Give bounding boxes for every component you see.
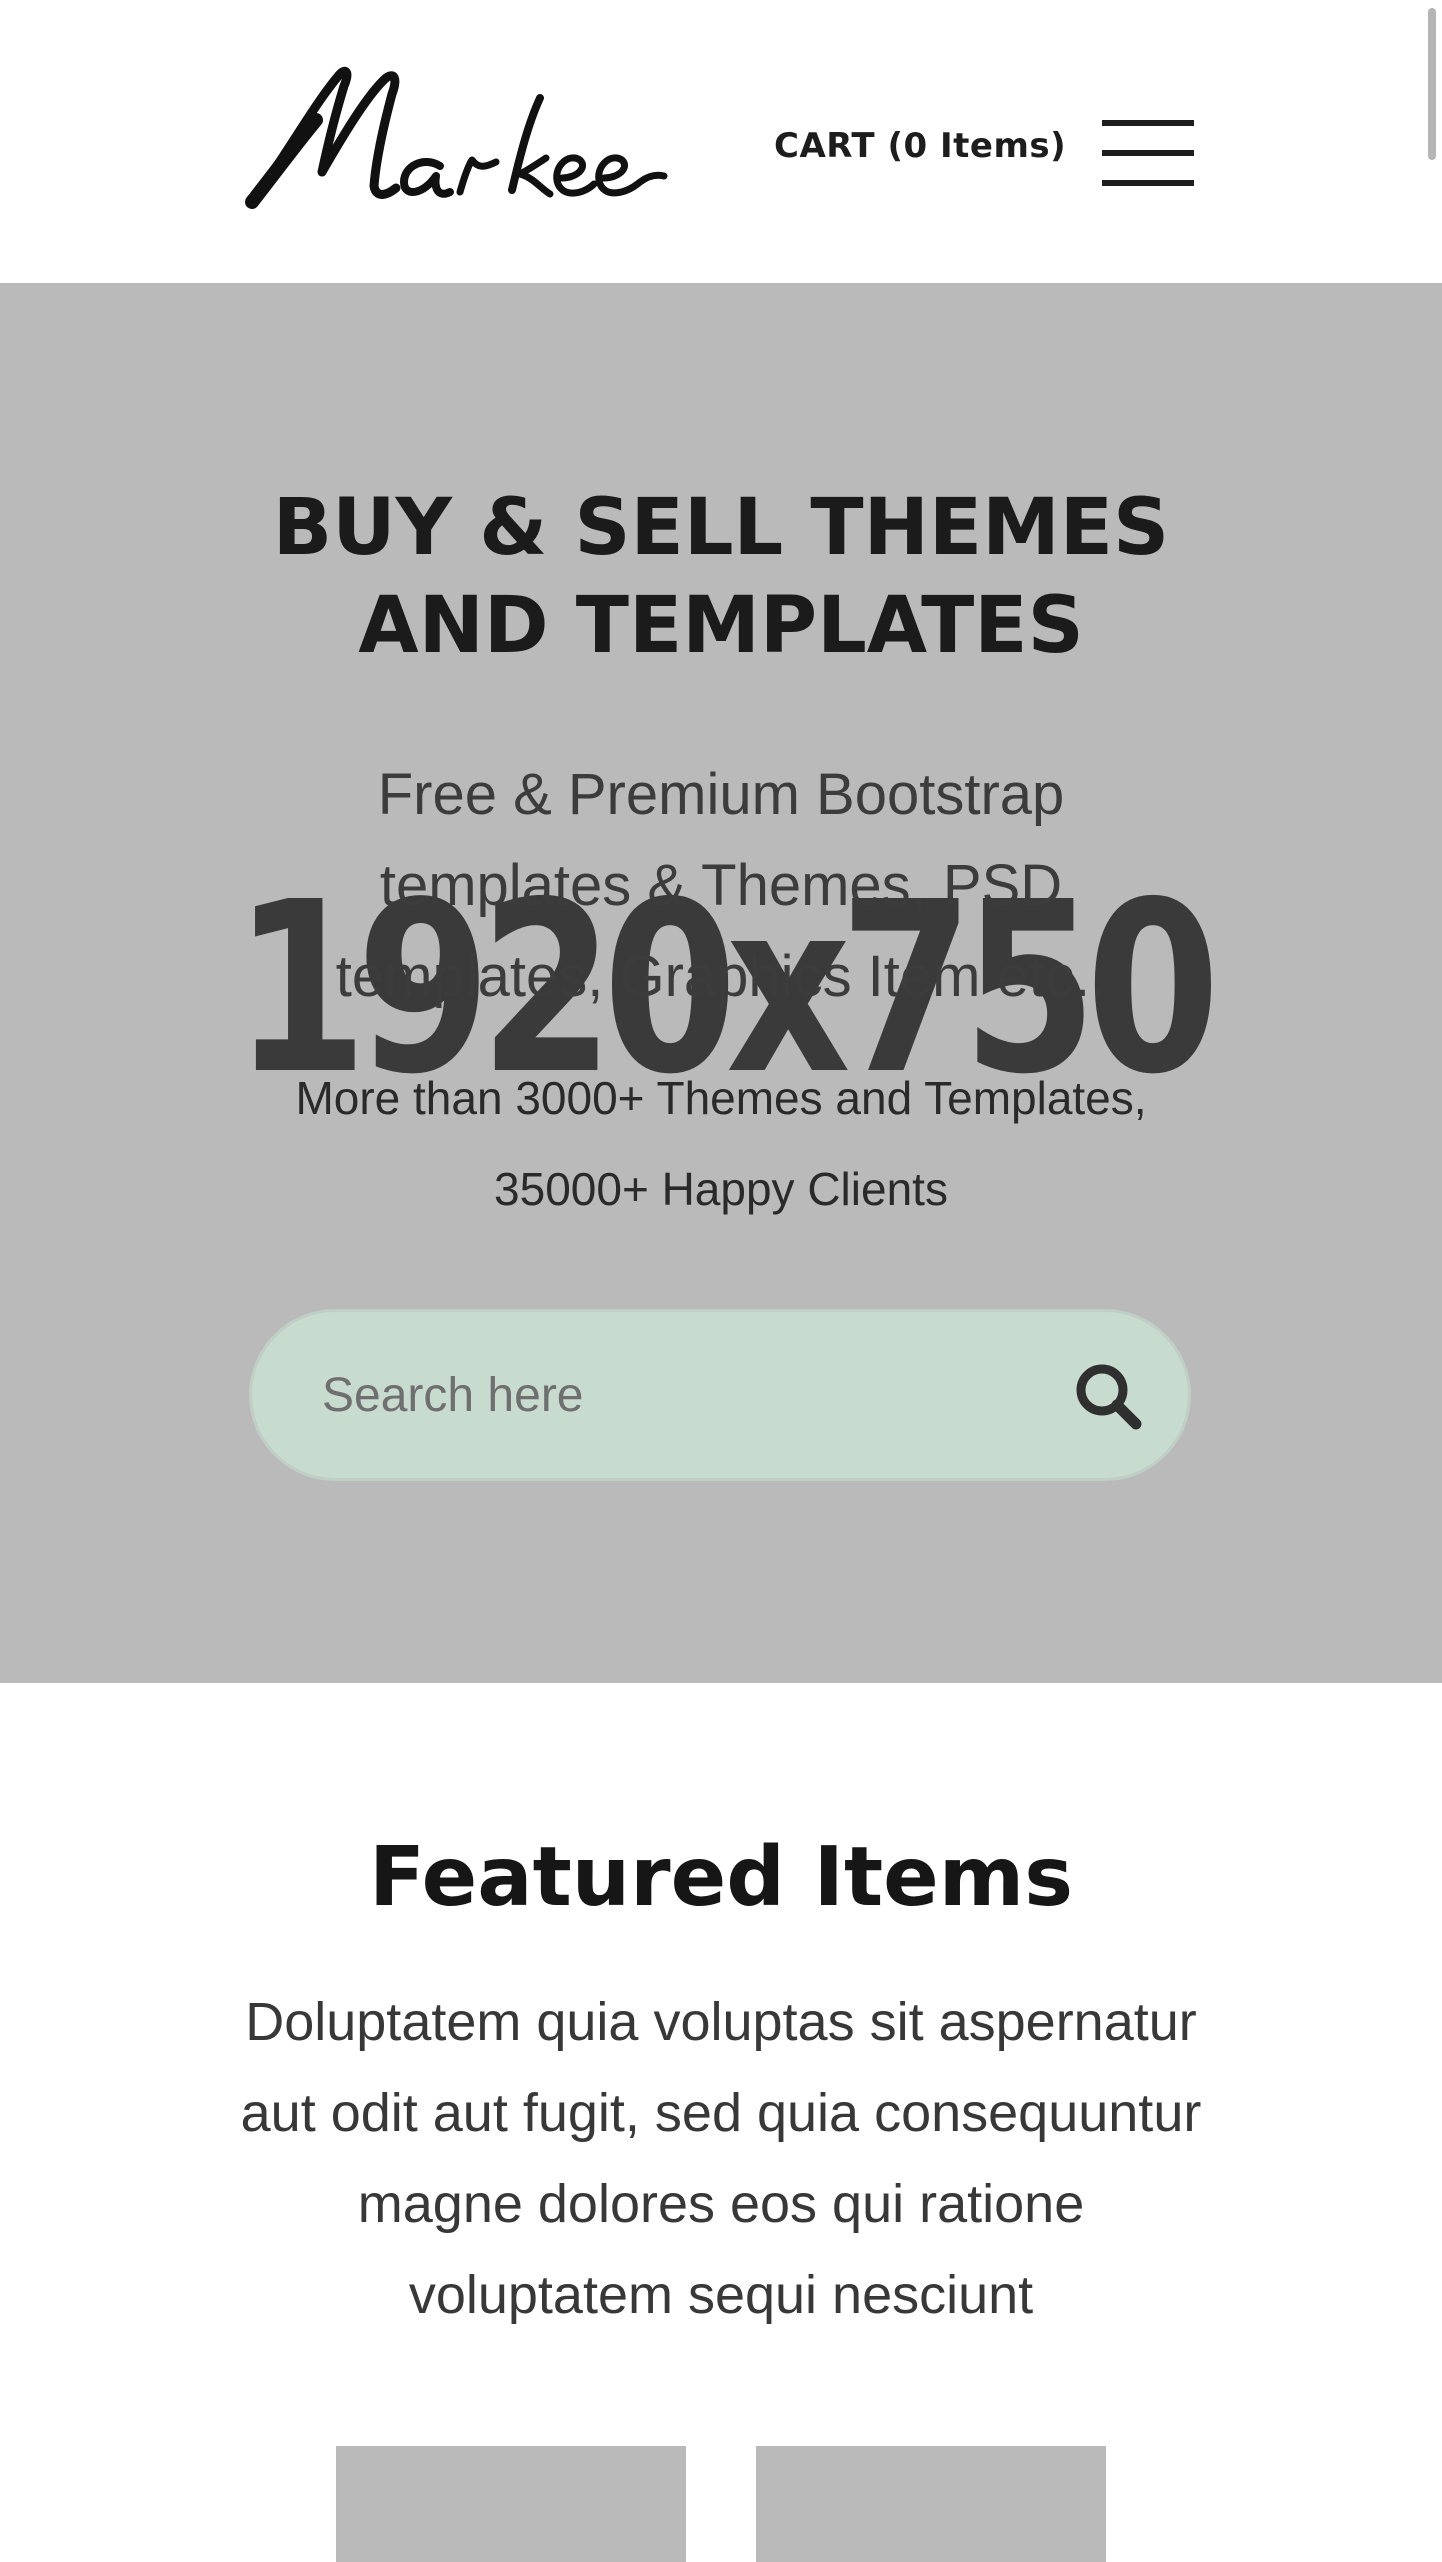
hero-subtitle: Free & Premium Bootstrap templates & The… [335, 762, 1107, 1009]
featured-section-title: Featured Items [368, 1830, 1074, 1925]
search-input[interactable] [322, 1312, 1022, 1478]
featured-item-thumbnail[interactable] [756, 2446, 1106, 2562]
hamburger-line [1102, 180, 1194, 186]
hamburger-line [1102, 120, 1194, 126]
hero-banner: 1920x750 BUY & SELL THEMES AND TEMPLATES… [0, 283, 1442, 1683]
featured-item-thumbnail[interactable] [336, 2446, 686, 2562]
markee-logo-icon [245, 66, 668, 209]
search-form [249, 1309, 1191, 1481]
hero-stats: More than 3000+ Themes and Templates, 35… [295, 1072, 1147, 1215]
featured-section-description: Doluptatem quia voluptas sit aspernatur … [240, 1992, 1202, 2325]
cart-link[interactable]: CART (0 Items) [774, 126, 1066, 166]
page-scrollbar[interactable] [1428, 8, 1436, 160]
site-header: CART (0 Items) [0, 0, 1442, 283]
search-icon[interactable] [1072, 1360, 1144, 1432]
hero-title: BUY & SELL THEMES AND TEMPLATES [272, 483, 1170, 671]
hamburger-line [1102, 150, 1194, 156]
site-logo[interactable] [244, 64, 674, 214]
hamburger-menu-icon[interactable] [1102, 120, 1194, 186]
